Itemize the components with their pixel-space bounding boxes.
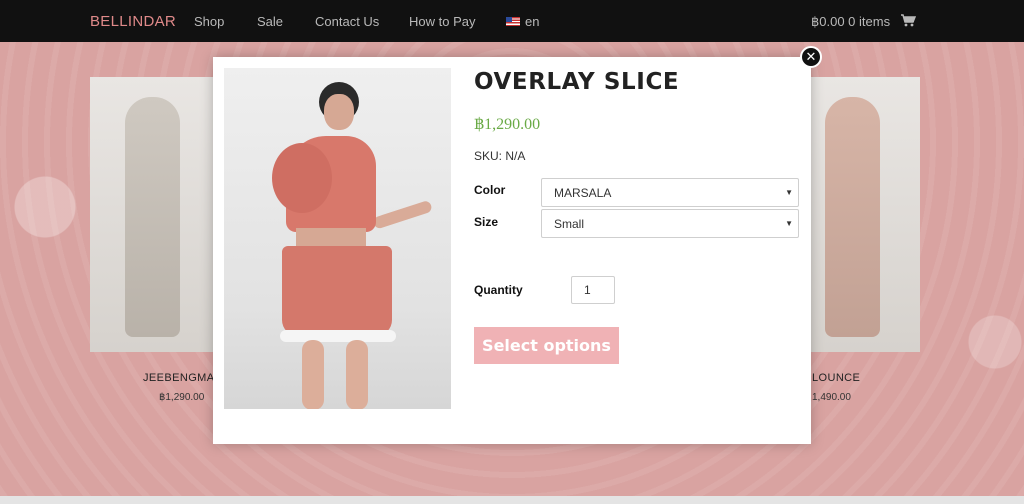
language-label: en [525,14,540,29]
quantity-input[interactable]: 1 [571,276,615,304]
nav-contact-us[interactable]: Contact Us [315,14,379,29]
size-select-value: Small [554,216,585,231]
product-title: OVERLAY SLICE [474,69,680,95]
bg-product-price-right: 1,490.00 [812,392,851,403]
select-options-button[interactable]: Select options [474,327,619,364]
nav-shop[interactable]: Shop [194,14,224,29]
product-image [224,68,451,409]
bg-product-image-left[interactable] [90,77,220,352]
nav-sale[interactable]: Sale [257,14,283,29]
bg-product-price-left: ฿1,290.00 [159,392,205,403]
quantity-label: Quantity [474,283,523,297]
color-select[interactable]: MARSALA ▼ [541,178,799,207]
size-select[interactable]: Small ▼ [541,209,799,238]
flag-us-icon [506,17,520,26]
size-label: Size [474,215,499,229]
product-sku: SKU: N/A [474,149,526,163]
color-select-value: MARSALA [554,185,612,200]
cart-summary[interactable]: ฿0.00 0 items [811,14,890,30]
page-footer-strip [0,496,1024,504]
quick-view-modal: OVERLAY SLICE ฿1,290.00 SKU: N/A Color M… [213,57,811,444]
brand-logo[interactable]: BELLINDAR [90,13,176,30]
close-icon[interactable]: ✕ [800,46,822,68]
bg-product-title-left[interactable]: JEEBENGMAI [143,372,218,384]
nav-how-to-pay[interactable]: How to Pay [409,14,475,29]
cart-icon[interactable] [900,13,916,27]
chevron-down-icon: ▼ [785,188,793,197]
language-switcher[interactable]: en [506,14,539,29]
chevron-down-icon: ▼ [785,219,793,228]
bg-product-title-right[interactable]: LOUNCE [812,372,860,384]
color-label: Color [474,183,506,197]
top-navbar: BELLINDAR Shop Sale Contact Us How to Pa… [0,0,1024,42]
product-price: ฿1,290.00 [474,116,541,133]
